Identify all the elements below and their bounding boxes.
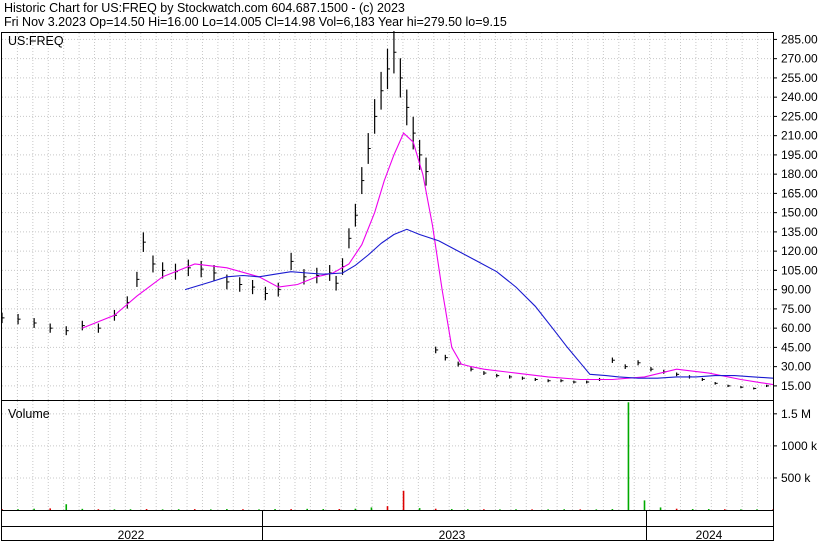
year-label: 2024 (696, 528, 723, 542)
moving-average-layer (82, 132, 774, 386)
volume-axis-ticks: 1.5 M 1000 k 500 k (773, 407, 818, 485)
price-tick-label: 45.00 (781, 340, 811, 354)
moving-average-short-line (82, 132, 774, 386)
volume-tick-label: 1000 k (781, 439, 818, 453)
volume-label: Volume (8, 407, 50, 421)
price-tick-label: 105.00 (781, 263, 818, 277)
volume-tick-label: 500 k (781, 471, 811, 485)
price-tick-label: 75.00 (781, 302, 811, 316)
volume-layer (1, 402, 774, 510)
price-tick-label: 120.00 (781, 244, 818, 258)
price-tick-label: 210.00 (781, 129, 818, 143)
stock-chart: US:FREQ Volume 285.00270.00255.00240.002… (1, 31, 818, 542)
price-tick-label: 150.00 (781, 206, 818, 220)
y-axis-ticks: 285.00 270.00 255.00 240.00 225.00 210.00 195.… (773, 32, 818, 393)
year-label: 2022 (118, 528, 145, 542)
year-label: 2023 (439, 528, 466, 542)
price-tick-label: 225.00 (781, 109, 818, 123)
price-tick-label: 30.00 (781, 360, 811, 374)
ticker-label: US:FREQ (8, 34, 64, 48)
grid-layer (2, 33, 773, 510)
price-tick-label: 90.00 (781, 283, 811, 297)
price-tick-label: 240.00 (781, 90, 818, 104)
price-tick-label: 165.00 (781, 186, 818, 200)
price-tick-label: 255.00 (781, 71, 818, 85)
price-bars-layer (1, 31, 770, 390)
x-axis-labels: 2022 2023 2024 (118, 528, 723, 542)
price-tick-label: 270.00 (781, 52, 818, 66)
price-tick-label: 180.00 (781, 167, 818, 181)
price-tick-label: 15.00 (781, 379, 811, 393)
volume-tick-label: 1.5 M (781, 407, 811, 421)
price-tick-label: 285.00 (781, 32, 818, 46)
price-tick-label: 60.00 (781, 321, 811, 335)
price-tick-label: 135.00 (781, 225, 818, 239)
price-tick-label: 195.00 (781, 148, 818, 162)
